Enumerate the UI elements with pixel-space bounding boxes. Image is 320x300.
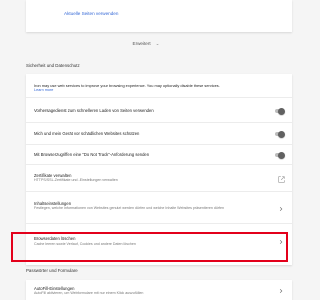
- toggle-label-safe-browsing: Mich und mein Gerät vor schädlichen Webs…: [34, 131, 140, 136]
- safe-browsing-toggle[interactable]: [275, 130, 285, 138]
- toggle-row-prediction[interactable]: Vorhersagedienst zum schnelleren Laden v…: [26, 98, 292, 123]
- top-card: Aktuelle Seiten verwenden: [26, 0, 292, 32]
- autofill-settings-row[interactable]: AutoFill-Einstellungen AutoFill aktivier…: [26, 280, 292, 300]
- do-not-track-toggle[interactable]: [275, 151, 285, 159]
- external-link-icon[interactable]: [278, 176, 285, 183]
- prediction-toggle[interactable]: [275, 107, 285, 115]
- chevron-right-icon: [279, 206, 283, 212]
- toggle-knob: [278, 107, 285, 115]
- content-settings-row[interactable]: Inhaltseinstellungen Festlegen, welche I…: [26, 192, 292, 224]
- use-current-pages-link[interactable]: Aktuelle Seiten verwenden: [64, 11, 118, 16]
- advanced-label: Erweitert: [132, 41, 151, 46]
- autofill-settings-sub: AutoFill aktivieren, um Webformulare mit…: [34, 291, 144, 295]
- manage-certificates-row[interactable]: Zertifikate verwalten HTTPS/SSL-Zertifik…: [26, 165, 292, 192]
- passwords-card: AutoFill-Einstellungen AutoFill aktivier…: [26, 280, 292, 300]
- toggle-knob: [278, 151, 285, 159]
- passwords-section-title: Passwörter und Formulare: [26, 268, 78, 273]
- privacy-section-title: Sicherheit und Datenschutz: [26, 63, 80, 68]
- learn-more-link[interactable]: Learn more: [34, 88, 53, 92]
- toggle-label-prediction: Vorhersagedienst zum schnelleren Laden v…: [34, 108, 154, 113]
- toggle-row-do-not-track[interactable]: Mit Browserzugriffen eine "Do Not Track"…: [26, 145, 292, 165]
- highlight-box: [11, 232, 288, 262]
- chevron-right-icon: [279, 288, 283, 294]
- advanced-toggle[interactable]: Erweitert ⌄: [0, 41, 292, 47]
- toggle-row-safe-browsing[interactable]: Mich und mein Gerät vor schädlichen Webs…: [26, 123, 292, 145]
- privacy-notice-row: Iron may use web services to improve you…: [26, 74, 292, 98]
- chevron-down-icon: ⌄: [155, 41, 160, 46]
- content-settings-sub: Festlegen, welche Informationen von Webs…: [34, 206, 225, 210]
- toggle-knob: [278, 130, 285, 138]
- manage-certificates-sub: HTTPS/SSL-Zertifikate und -Einstellungen…: [34, 178, 118, 182]
- toggle-label-do-not-track: Mit Browserzugriffen eine "Do Not Track"…: [34, 152, 150, 157]
- privacy-notice-text: Iron may use web services to improve you…: [34, 83, 220, 88]
